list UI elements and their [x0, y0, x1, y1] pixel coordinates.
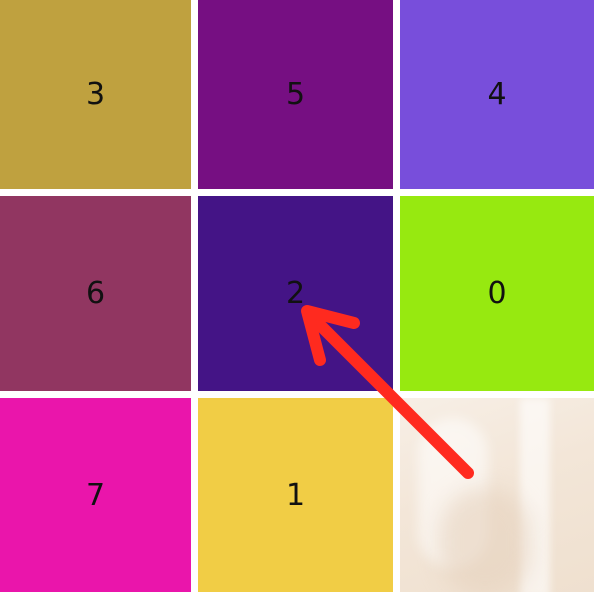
puzzle-tile-6[interactable]: 6: [0, 196, 191, 391]
puzzle-tile-3[interactable]: 3: [0, 0, 191, 189]
tile-number: 4: [487, 77, 507, 112]
tile-number: 1: [285, 477, 306, 513]
tile-number: 6: [85, 276, 106, 311]
tile-number: 3: [85, 77, 106, 112]
sliding-puzzle-board: 3 5 4 6 2 0 7 1: [0, 0, 594, 592]
empty-cell: [400, 398, 594, 592]
puzzle-tile-1[interactable]: 1: [198, 398, 393, 592]
puzzle-tile-7[interactable]: 7: [0, 398, 191, 592]
background-photo-shadow: [440, 488, 530, 592]
tile-number: 0: [487, 276, 507, 311]
puzzle-tile-4[interactable]: 4: [400, 0, 594, 189]
puzzle-tile-2[interactable]: 2: [198, 196, 393, 391]
puzzle-tile-5[interactable]: 5: [198, 0, 393, 189]
tile-number: 5: [285, 77, 306, 112]
tile-number: 2: [285, 276, 306, 311]
tile-number: 7: [85, 477, 106, 513]
puzzle-tile-0[interactable]: 0: [400, 196, 594, 391]
